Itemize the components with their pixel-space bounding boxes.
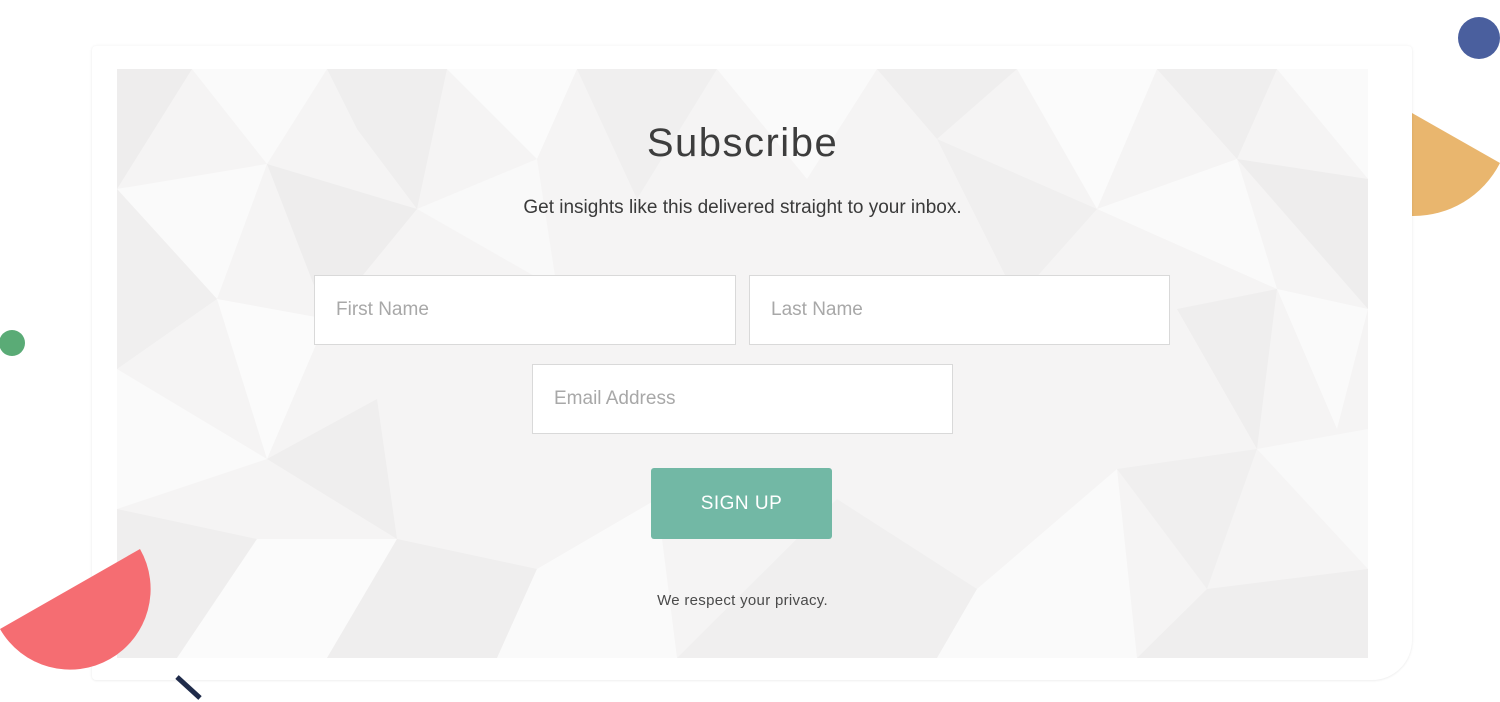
green-dot-decoration	[0, 330, 25, 356]
first-name-input[interactable]	[314, 275, 736, 345]
email-input[interactable]	[532, 364, 953, 434]
blue-dot-decoration	[1458, 17, 1500, 59]
sign-up-button[interactable]: SIGN UP	[651, 468, 832, 539]
orange-half-circle-decoration	[1412, 113, 1500, 217]
red-half-circle-decoration	[0, 549, 151, 670]
privacy-note: We respect your privacy.	[657, 592, 828, 609]
page: Subscribe Get insights like this deliver…	[0, 0, 1500, 702]
navy-dash-decoration	[175, 675, 202, 700]
last-name-input[interactable]	[749, 275, 1170, 345]
page-title: Subscribe	[646, 121, 839, 165]
subscribe-panel: Subscribe Get insights like this deliver…	[117, 69, 1368, 658]
subtitle: Get insights like this delivered straigh…	[523, 197, 962, 218]
